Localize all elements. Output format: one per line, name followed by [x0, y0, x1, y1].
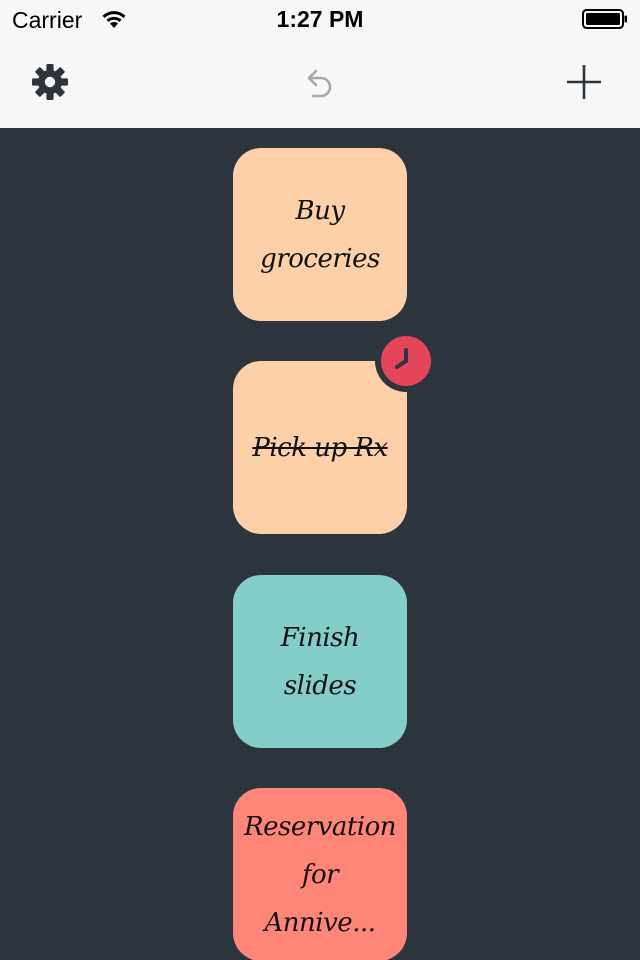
gear-icon — [32, 64, 68, 100]
task-text: Buy groceries — [260, 195, 380, 274]
battery-icon — [582, 9, 627, 29]
toolbar — [0, 40, 640, 128]
task-card[interactable]: Pick up Rx — [233, 361, 407, 534]
task-card[interactable]: Buy groceries — [233, 148, 407, 321]
plus-icon — [567, 65, 601, 99]
status-bar: Carrier 1:27 PM — [0, 0, 640, 40]
task-text: Reservation for Annive... — [244, 811, 396, 938]
undo-icon — [307, 69, 332, 98]
add-button[interactable] — [560, 58, 608, 106]
settings-button[interactable] — [26, 58, 74, 106]
task-text: Pick up Rx — [252, 432, 388, 463]
clock-time: 1:27 PM — [276, 6, 364, 32]
task-card[interactable]: Finish slides — [233, 575, 407, 748]
undo-button[interactable] — [294, 60, 342, 108]
task-card[interactable]: Reservation for Annive... — [233, 788, 407, 960]
reminder-badge[interactable] — [375, 330, 437, 392]
reminder-badge-fill — [381, 336, 431, 386]
task-text: Finish slides — [280, 622, 360, 701]
task-list: Buy groceries Pick up Rx Finish slides R… — [0, 128, 640, 960]
clock-icon — [395, 348, 408, 369]
